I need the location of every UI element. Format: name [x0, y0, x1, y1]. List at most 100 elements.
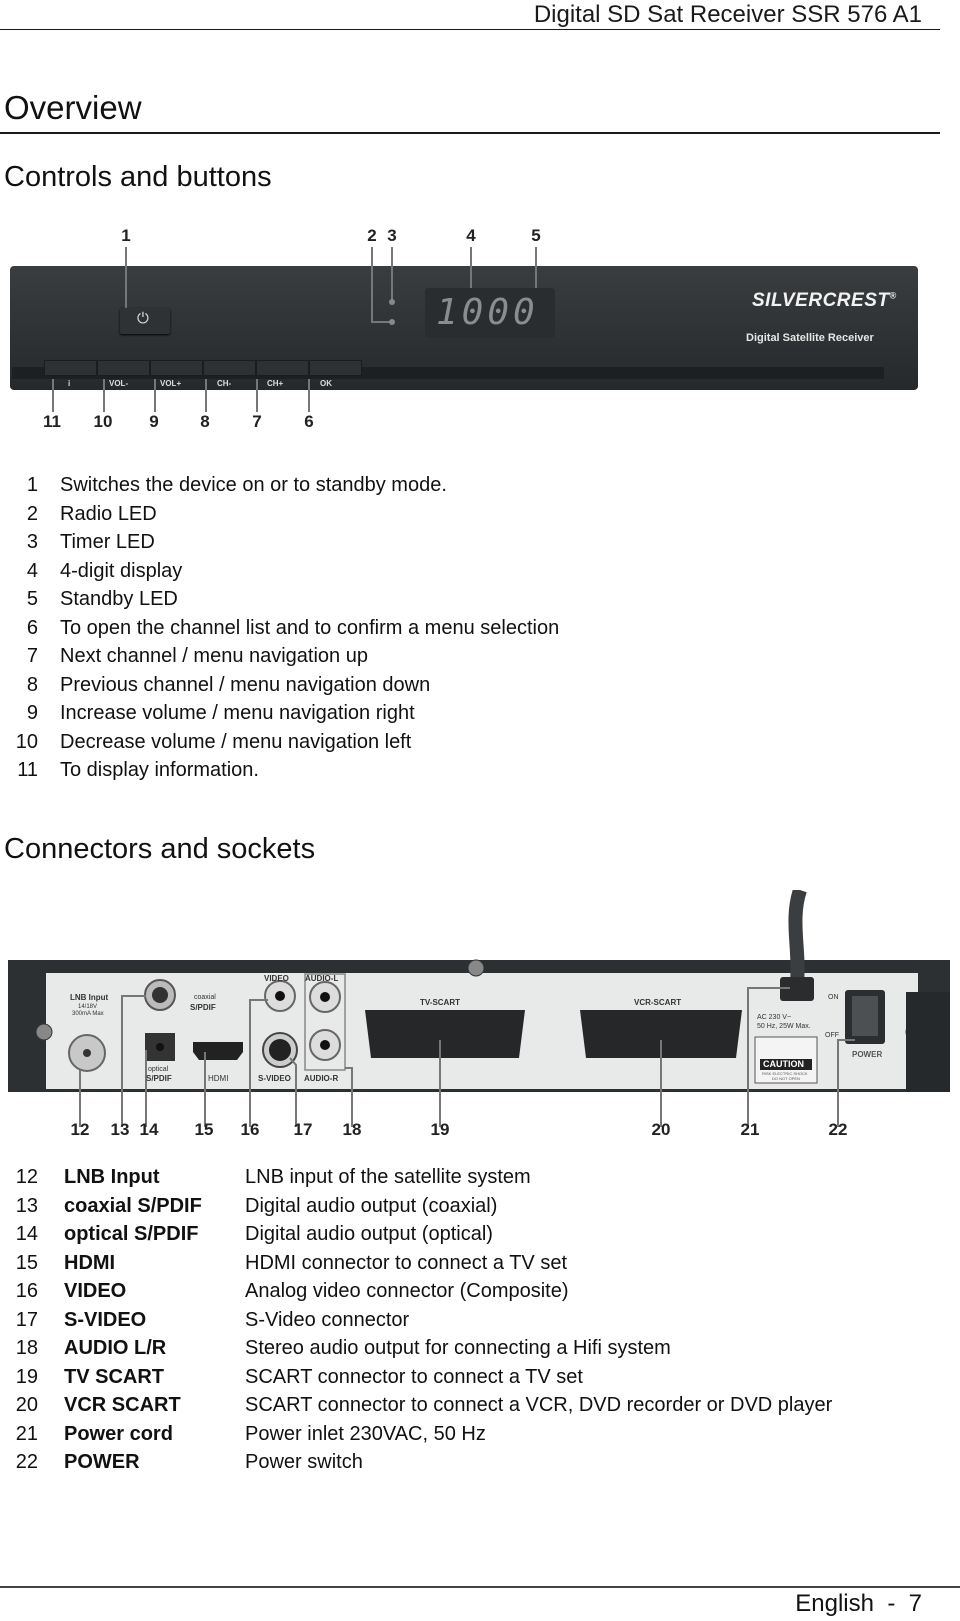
label-tv-scart: TV-SCART: [420, 998, 460, 1007]
label-audio-r: AUDIO-R: [304, 1074, 339, 1083]
callout-10: 10: [93, 412, 113, 431]
item-text: 4-digit display: [60, 559, 183, 582]
item-description: HDMI connector to connect a TV set: [245, 1251, 568, 1274]
ch-up-button[interactable]: [256, 360, 309, 376]
label-lnb-spec2: 300mA Max: [72, 1011, 104, 1017]
btn-label-info: i: [68, 379, 71, 388]
callout-11: 11: [43, 412, 61, 431]
item-text: Previous channel / menu navigation down: [60, 673, 431, 696]
caution-label: CAUTION: [763, 1059, 804, 1069]
callout-12: 12: [70, 1120, 90, 1139]
item-description: Stereo audio output for connecting a Hif…: [245, 1337, 671, 1359]
item-name: VCR SCART: [64, 1394, 181, 1416]
section-rule: [0, 132, 940, 134]
label-coaxial2: S/PDIF: [190, 1003, 216, 1012]
item-description: SCART connector to connect a VCR, DVD re…: [245, 1394, 833, 1416]
item-number: 22: [15, 1451, 38, 1473]
display-readout: 1000: [436, 292, 539, 333]
page-footer: English - 7: [795, 1590, 922, 1617]
label-optical2: S/PDIF: [146, 1074, 172, 1083]
ok-button[interactable]: [309, 360, 362, 376]
item-number: 14: [15, 1223, 38, 1245]
btn-label-vol-down: VOL-: [109, 379, 129, 388]
label-on: ON: [828, 994, 839, 1001]
item-description: SCART connector to connect a TV set: [245, 1365, 583, 1388]
item-text: To display information.: [60, 759, 259, 781]
callout-13: 13: [110, 1120, 130, 1139]
brand-name: SILVERCREST: [752, 290, 890, 311]
brand-logo: SILVERCREST®: [752, 290, 897, 312]
vol-down-button[interactable]: [97, 360, 150, 376]
item-name: VIDEO: [64, 1280, 127, 1302]
item-name: HDMI: [64, 1251, 116, 1274]
front-panel-figure: 1 2 3 4 5 ⏻ 1000 SILVERCREST® Digital Sa…: [0, 222, 960, 437]
btn-label-ch-down: CH-: [217, 379, 232, 388]
item-text: Decrease volume / menu navigation left: [60, 730, 412, 753]
item-number: 3: [26, 531, 38, 553]
callout-19: 19: [430, 1120, 450, 1139]
btn-label-ch-up: CH+: [267, 379, 284, 388]
item-description: Digital audio output (optical): [245, 1223, 493, 1245]
label-audio-l: AUDIO-L: [305, 974, 339, 983]
callout-21: 21: [740, 1120, 760, 1139]
item-number: 11: [17, 759, 38, 781]
vol-up-button[interactable]: [150, 360, 203, 376]
item-number: 15: [15, 1251, 38, 1274]
label-ac1: AC 230 V~: [757, 1014, 792, 1021]
item-description: S-Video connector: [245, 1308, 410, 1331]
power-icon: ⏻: [137, 310, 149, 327]
item-number: 4: [26, 559, 38, 582]
label-lnb: LNB Input: [70, 993, 109, 1002]
callout-8: 8: [200, 412, 210, 431]
callout-17: 17: [293, 1120, 313, 1139]
power-button[interactable]: ⏻: [120, 308, 170, 334]
item-number: 1: [26, 474, 38, 496]
ch-down-button[interactable]: [203, 360, 256, 376]
item-number: 20: [15, 1394, 38, 1416]
item-name: optical S/PDIF: [64, 1223, 199, 1245]
item-description: Analog video connector (Composite): [245, 1280, 569, 1302]
item-number: 9: [26, 702, 38, 724]
label-video: VIDEO: [264, 974, 289, 983]
controls-heading: Controls and buttons: [4, 161, 272, 193]
item-number: 12: [15, 1166, 38, 1188]
section-title: Overview: [4, 89, 142, 126]
callout-14: 14: [139, 1120, 159, 1139]
label-svideo: S-VIDEO: [258, 1074, 291, 1083]
callout-20: 20: [651, 1120, 671, 1139]
rear-panel-figure: LNB Input 14/18V 300mA Max coaxial S/PDI…: [0, 890, 960, 1140]
rear-panel-drawing: [8, 890, 950, 1127]
callout-7: 7: [252, 412, 262, 431]
label-lnb-spec1: 14/18V: [78, 1004, 98, 1010]
item-name: Power cord: [64, 1422, 173, 1445]
item-number: 6: [26, 616, 38, 639]
item-description: Digital audio output (coaxial): [245, 1194, 498, 1217]
item-text: Next channel / menu navigation up: [60, 645, 368, 667]
item-description: Power inlet 230VAC, 50 Hz: [245, 1422, 486, 1445]
callout-18: 18: [342, 1120, 362, 1139]
item-text: Radio LED: [60, 502, 157, 525]
label-coaxial1: coaxial: [194, 994, 216, 1001]
power-switch[interactable]: [845, 990, 885, 1044]
callout-22: 22: [828, 1120, 848, 1139]
info-button[interactable]: [44, 360, 97, 376]
front-button-row: [44, 360, 362, 376]
item-number: 5: [26, 588, 38, 610]
item-number: 19: [15, 1365, 38, 1388]
label-off: OFF: [825, 1032, 839, 1039]
item-number: 16: [15, 1280, 38, 1302]
item-number: 10: [15, 730, 38, 753]
item-name: LNB Input: [64, 1166, 160, 1188]
item-number: 13: [15, 1194, 38, 1217]
item-text: Switches the device on or to standby mod…: [60, 474, 447, 496]
item-number: 7: [26, 645, 38, 667]
item-name: TV SCART: [64, 1365, 164, 1388]
label-ac2: 50 Hz, 25W Max.: [757, 1023, 811, 1030]
item-text: To open the channel list and to confirm …: [60, 616, 560, 639]
brand-mark: ®: [889, 290, 897, 301]
callout-15: 15: [194, 1120, 214, 1139]
item-name: S-VIDEO: [64, 1308, 147, 1331]
item-text: Timer LED: [60, 531, 155, 553]
item-number: 2: [26, 502, 38, 525]
item-text: Increase volume / menu navigation right: [60, 702, 415, 724]
